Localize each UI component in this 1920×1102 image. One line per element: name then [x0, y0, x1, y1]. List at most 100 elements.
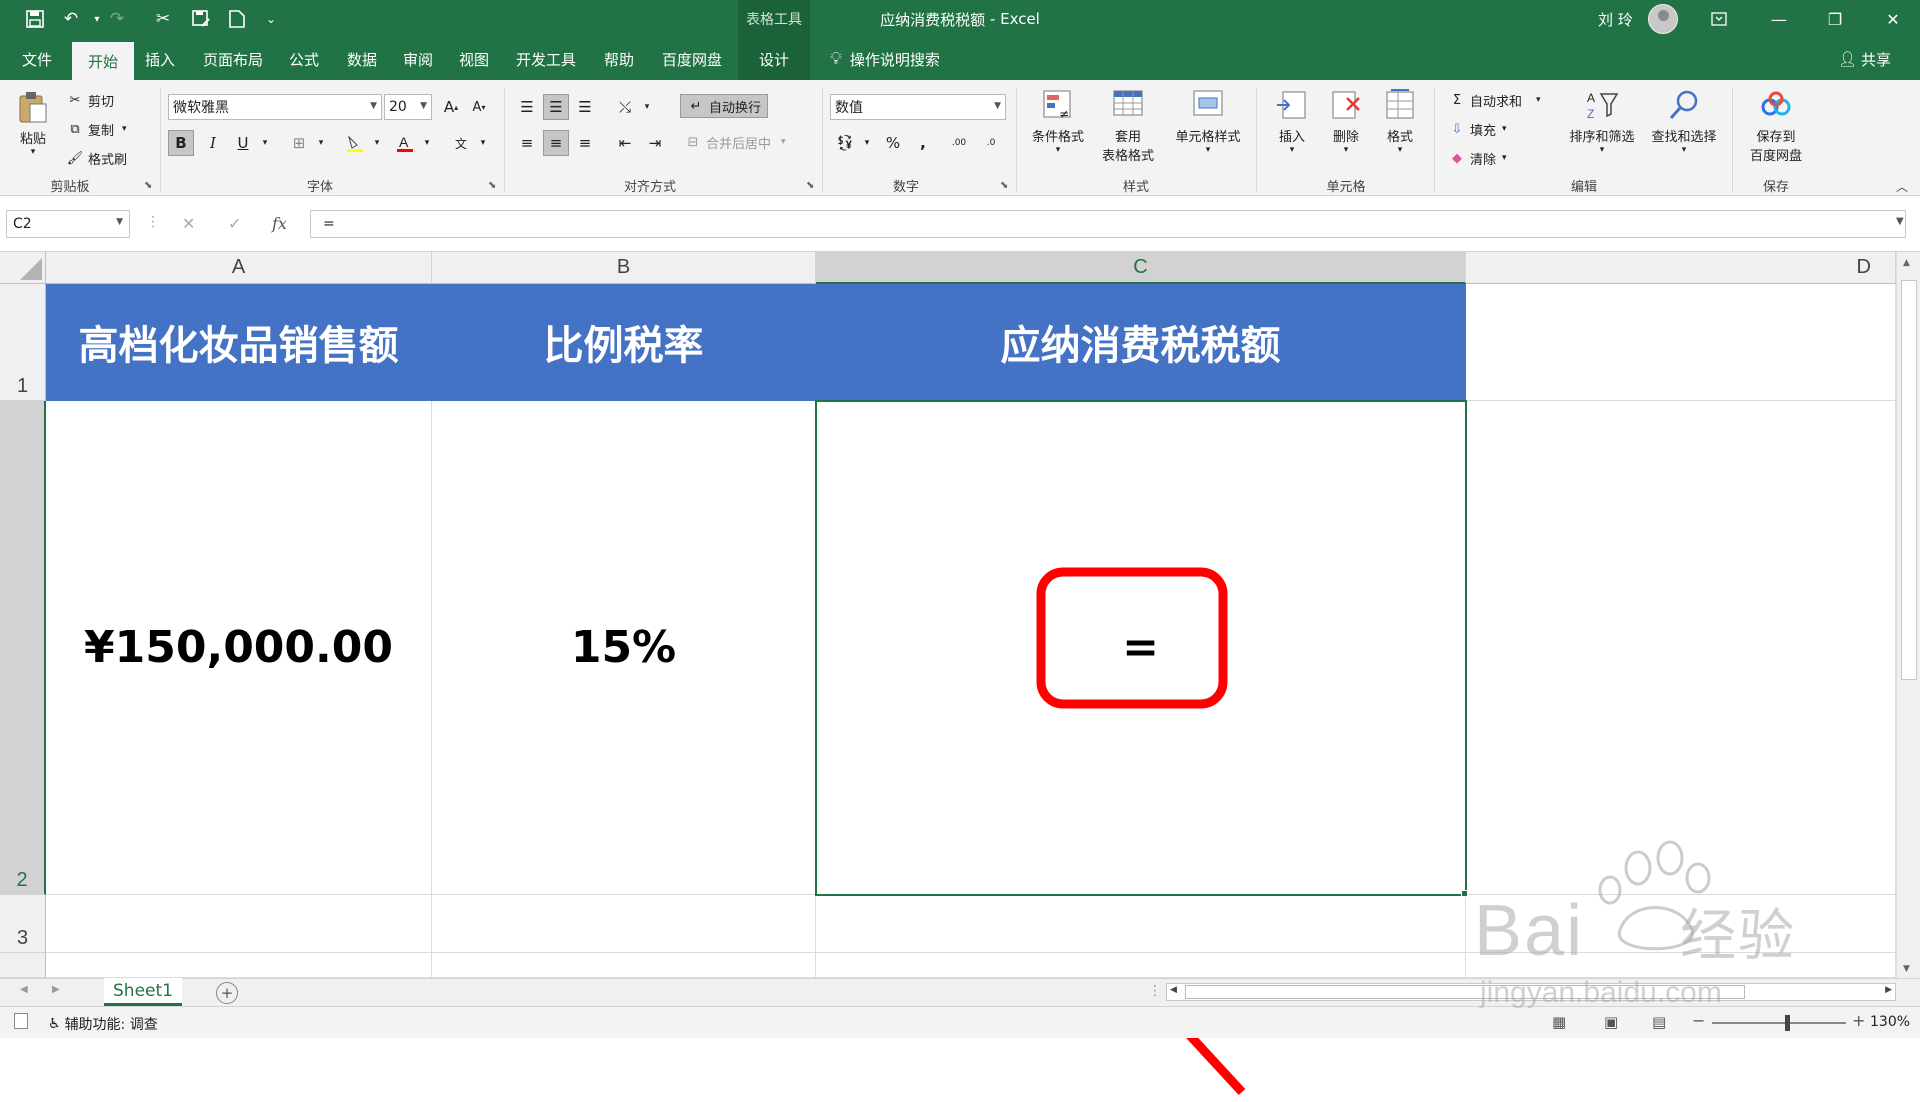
tab-design[interactable]: 设计	[738, 38, 810, 80]
resize-handle-icon[interactable]: ⋮	[146, 214, 160, 230]
decrease-decimal-button[interactable]: .0	[978, 130, 1004, 156]
next-sheet-icon[interactable]: ▶	[52, 984, 60, 995]
align-top-icon[interactable]: ☰	[514, 94, 540, 120]
save-to-netdisk-button[interactable]: 保存到 百度网盘	[1742, 88, 1810, 164]
decrease-font-button[interactable]: A ▾	[466, 94, 492, 120]
page-break-view-icon[interactable]: ▤	[1652, 1013, 1666, 1031]
insert-function-icon[interactable]: fx	[272, 214, 287, 233]
column-header-a[interactable]: A	[46, 252, 432, 284]
cell-a3[interactable]	[46, 895, 432, 953]
chevron-down-icon[interactable]: ▾	[414, 130, 440, 156]
scroll-right-icon[interactable]: ▶	[1885, 985, 1892, 995]
cell-a2[interactable]: ¥150,000.00	[46, 401, 432, 895]
chevron-down-icon[interactable]: ▾	[470, 130, 496, 156]
zoom-level[interactable]: 130%	[1870, 1014, 1910, 1030]
scroll-left-icon[interactable]: ◀	[1170, 985, 1177, 995]
tab-insert[interactable]: 插入	[138, 38, 182, 80]
comma-style-button[interactable]: ,	[910, 130, 936, 156]
align-left-icon[interactable]: ≡	[514, 130, 540, 156]
tab-file[interactable]: 文件	[8, 38, 66, 80]
conditional-formatting-button[interactable]: ≠ 条件格式 ▾	[1026, 88, 1090, 155]
save-as-icon[interactable]	[188, 6, 214, 32]
scroll-down-icon[interactable]: ▼	[1903, 964, 1910, 974]
zoom-in-icon[interactable]: +	[1852, 1011, 1865, 1030]
cell-d2[interactable]	[1466, 401, 1896, 895]
cell-b1[interactable]: 比例税率	[432, 284, 816, 401]
vertical-scroll-thumb[interactable]	[1901, 280, 1917, 680]
avatar[interactable]	[1648, 4, 1678, 34]
column-header-c[interactable]: C	[816, 252, 1466, 284]
cell-b3[interactable]	[432, 895, 816, 953]
dialog-launcher-icon[interactable]: ⬊	[1000, 180, 1008, 191]
collapse-ribbon-icon[interactable]: ︿	[1896, 178, 1908, 195]
merge-center-button[interactable]: ⊟ 合并后居中 ▾	[684, 130, 786, 154]
row-header-1[interactable]: 1	[0, 284, 46, 401]
cell-b4[interactable]	[432, 953, 816, 978]
font-size-combo[interactable]: 20 ▼	[384, 94, 432, 120]
chevron-down-icon[interactable]: ▾	[364, 130, 390, 156]
align-bottom-icon[interactable]: ☰	[572, 94, 598, 120]
zoom-slider-thumb[interactable]	[1784, 1015, 1790, 1031]
row-header-2[interactable]: 2	[0, 401, 46, 895]
select-all-corner[interactable]	[0, 252, 46, 284]
tab-review[interactable]: 审阅	[396, 38, 440, 80]
new-document-icon[interactable]	[224, 6, 250, 32]
tab-formulas[interactable]: 公式	[282, 38, 326, 80]
align-right-icon[interactable]: ≡	[572, 130, 598, 156]
add-sheet-icon[interactable]: +	[216, 982, 238, 1004]
delete-cells-button[interactable]: 删除 ▾	[1320, 88, 1372, 155]
formula-input[interactable]: =	[310, 210, 1906, 238]
fill-handle[interactable]	[1461, 890, 1468, 897]
zoom-out-icon[interactable]: −	[1692, 1011, 1705, 1030]
restore-icon[interactable]: ❐	[1812, 0, 1858, 38]
chevron-down-icon[interactable]: ▾	[634, 94, 660, 120]
increase-decimal-button[interactable]: .00	[946, 130, 972, 156]
sort-filter-button[interactable]: AZ 排序和筛选 ▾	[1562, 88, 1642, 155]
tab-page-layout[interactable]: 页面布局	[196, 38, 270, 80]
undo-icon[interactable]: ↶	[58, 6, 84, 32]
insert-cells-button[interactable]: 插入 ▾	[1266, 88, 1318, 155]
cell-a1[interactable]: 高档化妆品销售额	[46, 284, 432, 401]
expand-formula-bar-icon[interactable]: ▼	[1896, 216, 1904, 227]
dialog-launcher-icon[interactable]: ⬊	[488, 180, 496, 191]
redo-icon[interactable]: ↷	[104, 6, 130, 32]
cell-c1[interactable]: 应纳消费税税额	[816, 284, 1466, 401]
tab-baidu-netdisk[interactable]: 百度网盘	[654, 38, 730, 80]
percent-style-button[interactable]: %	[880, 130, 906, 156]
normal-view-icon[interactable]: ▦	[1552, 1013, 1566, 1031]
decrease-indent-icon[interactable]: ⇤	[612, 130, 638, 156]
cell-d4[interactable]	[1466, 953, 1896, 978]
cancel-entry-icon[interactable]: ✕	[182, 214, 195, 233]
clear-button[interactable]: ◆ 清除 ▾	[1448, 146, 1507, 170]
horizontal-scroll-thumb[interactable]	[1185, 985, 1745, 999]
tab-split-handle-icon[interactable]: ⋮	[1148, 983, 1162, 999]
wrap-text-button[interactable]: ↵ 自动换行	[680, 94, 769, 118]
cell-styles-button[interactable]: 单元格样式 ▾	[1168, 88, 1248, 155]
vertical-scrollbar[interactable]: ▲ ▼	[1896, 252, 1920, 978]
column-header-d[interactable]: D	[1466, 252, 1896, 284]
bold-button[interactable]: B	[168, 130, 194, 156]
increase-font-button[interactable]: A ▴	[438, 94, 464, 120]
format-painter-button[interactable]: 🖌︎ 格式刷	[66, 146, 127, 170]
cell-d3[interactable]	[1466, 895, 1896, 953]
dialog-launcher-icon[interactable]: ⬊	[806, 180, 814, 191]
cell-a4[interactable]	[46, 953, 432, 978]
cell-b2[interactable]: 15%	[432, 401, 816, 895]
align-center-icon[interactable]: ≡	[543, 130, 569, 156]
zoom-slider[interactable]	[1712, 1022, 1846, 1024]
format-cells-button[interactable]: 格式 ▾	[1374, 88, 1426, 155]
sheet-tab-sheet1[interactable]: Sheet1	[104, 978, 182, 1006]
italic-button[interactable]: I	[200, 130, 226, 156]
autosum-button[interactable]: Σ 自动求和 ▾	[1448, 88, 1541, 112]
save-icon[interactable]	[22, 6, 48, 32]
row-header-3[interactable]: 3	[0, 895, 46, 953]
tab-help[interactable]: 帮助	[596, 38, 642, 80]
customize-toolbar-icon[interactable]: ⌄	[258, 6, 284, 32]
dialog-launcher-icon[interactable]: ⬊	[144, 180, 152, 191]
tab-developer[interactable]: 开发工具	[508, 38, 584, 80]
tab-home[interactable]: 开始	[72, 42, 134, 80]
confirm-entry-icon[interactable]: ✓	[228, 214, 241, 233]
horizontal-scrollbar[interactable]: ◀ ▶	[1166, 983, 1896, 1001]
paste-button[interactable]: 粘贴 ▾	[16, 90, 50, 157]
format-as-table-button[interactable]: 套用 表格格式	[1090, 88, 1166, 164]
